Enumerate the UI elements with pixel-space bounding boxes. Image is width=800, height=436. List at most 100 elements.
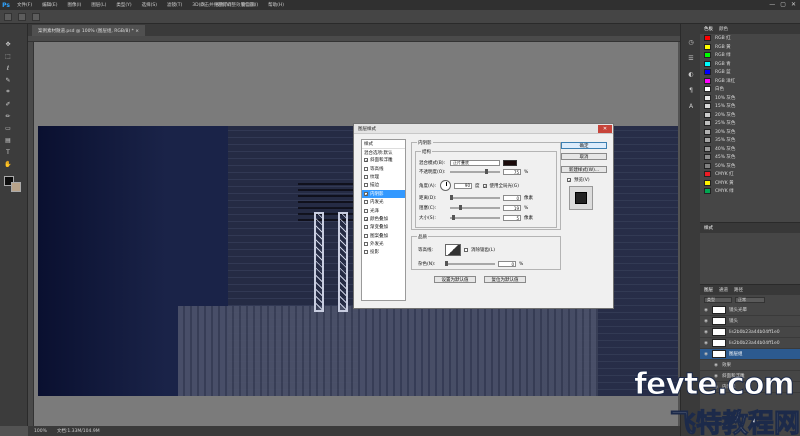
swatch-chip[interactable] bbox=[704, 69, 711, 76]
history-icon[interactable]: ◷ bbox=[687, 38, 695, 46]
style-checkbox[interactable] bbox=[364, 225, 368, 230]
swatch-chip[interactable] bbox=[704, 86, 711, 93]
swatch-chip[interactable] bbox=[704, 128, 711, 135]
option-button[interactable] bbox=[32, 12, 40, 21]
style-checkbox[interactable] bbox=[364, 250, 368, 255]
swatch-item[interactable]: RGB 洋红 bbox=[700, 77, 800, 86]
style-checkbox[interactable] bbox=[364, 216, 368, 221]
blend-mode-dropdown[interactable]: 正片叠底 bbox=[450, 160, 500, 166]
style-item[interactable]: 斜面和浮雕 bbox=[362, 156, 405, 164]
angle-input[interactable]: 90 bbox=[454, 182, 472, 189]
swatch-chip[interactable] bbox=[704, 60, 711, 67]
noise-slider-knob[interactable] bbox=[445, 261, 448, 266]
swatch-chip[interactable] bbox=[704, 171, 711, 178]
style-item[interactable]: 外发光 bbox=[362, 240, 405, 248]
tab-layers[interactable]: 图层 bbox=[704, 287, 713, 293]
swatch-item[interactable]: RGB 红 bbox=[700, 34, 800, 43]
move-tool-icon[interactable]: ✥ bbox=[4, 40, 12, 48]
menu-type[interactable]: 类型(Y) bbox=[111, 2, 136, 8]
style-checkbox[interactable] bbox=[364, 174, 368, 179]
swatch-chip[interactable] bbox=[704, 35, 711, 42]
style-item[interactable]: 图案叠加 bbox=[362, 232, 405, 240]
make-default-button[interactable]: 设置为默认值 bbox=[434, 276, 476, 283]
swatch-item[interactable]: 40% 灰色 bbox=[700, 145, 800, 154]
swatch-item[interactable]: RGB 青 bbox=[700, 60, 800, 69]
style-checkbox[interactable] bbox=[364, 183, 368, 188]
lasso-tool-icon[interactable]: ℓ bbox=[4, 64, 12, 72]
tab-channels[interactable]: 通道 bbox=[719, 287, 728, 293]
noise-input[interactable]: 0 bbox=[498, 261, 516, 267]
swatch-item[interactable]: CMYK 绿 bbox=[700, 187, 800, 196]
tab-swatches[interactable]: 色板 bbox=[704, 26, 713, 32]
visibility-eye-icon[interactable]: ◉ bbox=[704, 341, 709, 346]
style-item[interactable]: 纹理 bbox=[362, 173, 405, 181]
visibility-eye-icon[interactable]: ◉ bbox=[704, 308, 709, 313]
text-tool-icon[interactable]: T bbox=[4, 148, 12, 156]
swatch-item[interactable]: RGB 蓝 bbox=[700, 68, 800, 77]
distance-slider-knob[interactable] bbox=[450, 195, 453, 200]
menu-layer[interactable]: 图层(L) bbox=[86, 2, 111, 8]
layer-row[interactable]: ◉ lis2b0b23a44b04ff1e0 bbox=[700, 338, 800, 349]
swatch-chip[interactable] bbox=[704, 52, 711, 59]
menu-select[interactable]: 选择(S) bbox=[137, 2, 162, 8]
swatch-chip[interactable] bbox=[704, 120, 711, 127]
shadow-color-swatch[interactable] bbox=[503, 160, 517, 166]
tab-color[interactable]: 颜色 bbox=[719, 26, 728, 32]
opacity-input[interactable]: 75 bbox=[503, 169, 521, 175]
swatch-chip[interactable] bbox=[704, 103, 711, 110]
swatch-item[interactable]: 50% 灰色 bbox=[700, 162, 800, 171]
ok-button[interactable]: 确定 bbox=[561, 142, 607, 149]
swatch-chip[interactable] bbox=[704, 43, 711, 50]
quick-select-tool-icon[interactable]: ✎ bbox=[4, 76, 12, 84]
swatch-item[interactable]: 10% 灰色 bbox=[700, 94, 800, 103]
hand-tool-icon[interactable]: ✋ bbox=[4, 160, 12, 168]
swatch-item[interactable]: 35% 灰色 bbox=[700, 136, 800, 145]
gradient-tool-icon[interactable]: ▤ bbox=[4, 136, 12, 144]
paragraph-icon[interactable]: ¶ bbox=[687, 86, 695, 94]
style-checkbox[interactable] bbox=[364, 208, 368, 213]
visibility-eye-icon[interactable]: ◉ bbox=[704, 352, 709, 357]
style-item[interactable]: 内阴影 bbox=[362, 189, 405, 198]
swatch-item[interactable]: 45% 灰色 bbox=[700, 153, 800, 162]
eyedropper-tool-icon[interactable]: ✐ bbox=[4, 100, 12, 108]
layer-kind-select[interactable]: 类型 bbox=[704, 297, 732, 303]
distance-slider[interactable] bbox=[450, 195, 500, 200]
style-checkbox[interactable] bbox=[364, 200, 368, 205]
background-color-swatch[interactable] bbox=[11, 182, 21, 192]
adjustments-icon[interactable]: ◐ bbox=[687, 70, 695, 78]
antialias-checkbox[interactable] bbox=[464, 248, 468, 252]
menu-help[interactable]: 帮助(H) bbox=[263, 2, 289, 8]
swatch-chip[interactable] bbox=[704, 94, 711, 101]
swatch-item[interactable]: CMYK 红 bbox=[700, 170, 800, 179]
new-style-button[interactable]: 新建样式(W)... bbox=[561, 166, 607, 173]
layer-row[interactable]: ◉ 镜头光晕 bbox=[700, 305, 800, 316]
swatch-item[interactable]: 15% 灰色 bbox=[700, 102, 800, 111]
tab-paths[interactable]: 路径 bbox=[734, 287, 743, 293]
style-item[interactable]: 光泽 bbox=[362, 206, 405, 214]
eraser-tool-icon[interactable]: ▭ bbox=[4, 124, 12, 132]
brush-tool-icon[interactable]: ✏ bbox=[4, 112, 12, 120]
menu-filter[interactable]: 滤镜(T) bbox=[162, 2, 187, 8]
swatch-item[interactable]: 30% 灰色 bbox=[700, 128, 800, 137]
swatch-chip[interactable] bbox=[704, 154, 711, 161]
distance-input[interactable]: 0 bbox=[503, 195, 521, 201]
choke-input[interactable]: 19 bbox=[503, 205, 521, 211]
style-item[interactable]: 投影 bbox=[362, 248, 405, 256]
reset-default-button[interactable]: 复位为默认值 bbox=[484, 276, 526, 283]
layer-row[interactable]: ◉ 图层组 bbox=[700, 349, 800, 360]
style-checkbox[interactable] bbox=[364, 242, 368, 247]
swatch-chip[interactable] bbox=[704, 77, 711, 84]
swatch-chip[interactable] bbox=[704, 188, 711, 195]
global-light-checkbox[interactable] bbox=[482, 183, 487, 188]
swatch-item[interactable]: 25% 灰色 bbox=[700, 119, 800, 128]
style-item[interactable]: 颜色叠加 bbox=[362, 215, 405, 223]
swatch-chip[interactable] bbox=[704, 137, 711, 144]
visibility-eye-icon[interactable]: ◉ bbox=[704, 319, 709, 324]
size-slider[interactable] bbox=[450, 215, 500, 220]
angle-dial[interactable] bbox=[440, 180, 451, 191]
swatch-item[interactable]: RGB 绿 bbox=[700, 51, 800, 60]
style-item[interactable]: 等高线 bbox=[362, 164, 405, 172]
menu-image[interactable]: 图像(I) bbox=[62, 2, 86, 8]
cancel-button[interactable]: 取消 bbox=[561, 153, 607, 160]
swatch-chip[interactable] bbox=[704, 111, 711, 118]
